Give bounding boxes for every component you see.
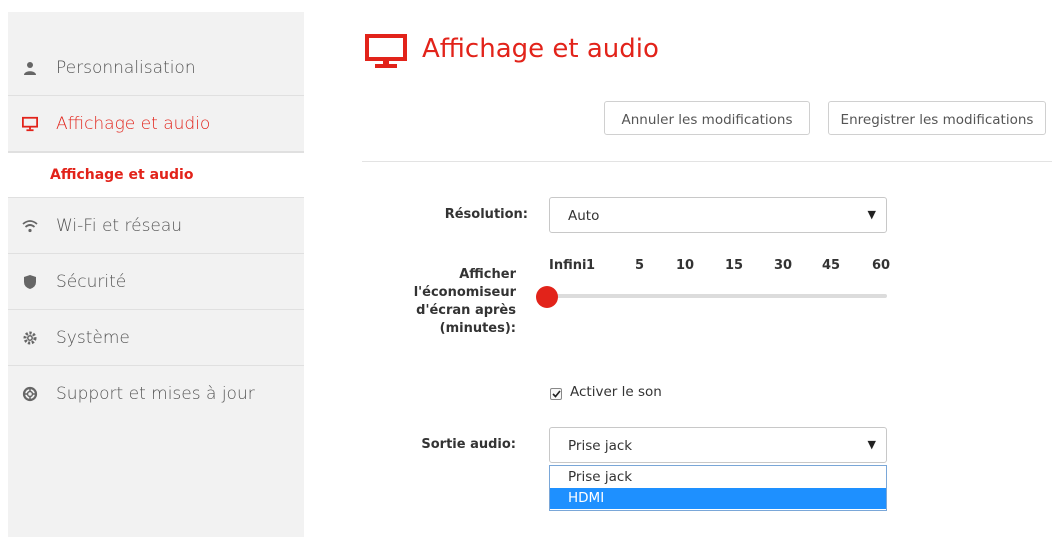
screensaver-slider-track[interactable] [549, 294, 887, 298]
slider-tick: 30 [774, 258, 793, 273]
wifi-icon [22, 218, 38, 234]
slider-tick: 45 [822, 258, 841, 273]
sidebar-subitem-label: Affichage et audio [50, 167, 194, 183]
sidebar-item-systeme[interactable]: Système [8, 310, 304, 366]
gear-icon [22, 330, 38, 346]
screensaver-label-line: (minutes): [439, 321, 516, 336]
cancel-button[interactable]: Annuler les modifications [604, 101, 810, 135]
chevron-down-icon: ▼ [867, 438, 876, 451]
resolution-label: Résolution: [444, 207, 528, 222]
sidebar-item-wifi-reseau[interactable]: Wi-Fi et réseau [8, 198, 304, 254]
resolution-select[interactable]: Auto ▼ [549, 197, 887, 233]
sidebar-item-label: Système [56, 327, 130, 348]
resolution-value: Auto [568, 208, 600, 224]
slider-tick: 10 [676, 258, 695, 273]
enable-sound-label[interactable]: Activer le son [570, 384, 662, 400]
sidebar-subitem-affichage-audio[interactable]: Affichage et audio [8, 152, 304, 198]
page-title: Affichage et audio [422, 34, 659, 64]
monitor-icon [22, 116, 38, 132]
screensaver-label-line: Afficher [459, 267, 516, 282]
screensaver-label-line: d'écran après [416, 303, 516, 318]
enable-sound-checkbox[interactable] [550, 388, 562, 400]
audio-output-value: Prise jack [568, 438, 633, 454]
sidebar-item-support[interactable]: Support et mises à jour [8, 366, 304, 422]
sidebar-item-label: Affichage et audio [56, 113, 211, 134]
sidebar-item-label: Support et mises à jour [56, 384, 255, 404]
screensaver-slider-thumb[interactable] [536, 286, 558, 308]
sidebar: Personnalisation Affichage et audio Affi… [8, 12, 304, 537]
person-icon [22, 60, 38, 76]
sidebar-item-personnalisation[interactable]: Personnalisation [8, 40, 304, 96]
chevron-down-icon: ▼ [867, 208, 876, 221]
sidebar-item-affichage-audio[interactable]: Affichage et audio [8, 96, 304, 152]
audio-output-label: Sortie audio: [421, 437, 516, 452]
shield-icon [22, 274, 38, 290]
sidebar-item-label: Wi-Fi et réseau [56, 215, 183, 236]
lifebuoy-icon [22, 386, 38, 402]
slider-tick: 60 [872, 258, 891, 273]
sidebar-item-label: Sécurité [56, 271, 127, 292]
slider-tick: 1 [586, 258, 596, 273]
monitor-icon [365, 34, 407, 68]
audio-output-select[interactable]: Prise jack ▼ [549, 427, 887, 463]
screensaver-label-line: l'économiseur [413, 285, 516, 300]
header-divider [362, 161, 1052, 162]
slider-tick: 5 [635, 258, 645, 273]
dropdown-option-prise-jack[interactable]: Prise jack [550, 467, 886, 488]
save-button[interactable]: Enregistrer les modifications [828, 101, 1046, 135]
audio-output-dropdown: Prise jack HDMI [549, 465, 887, 511]
slider-tick: Infini [549, 258, 587, 273]
slider-tick: 15 [725, 258, 744, 273]
screensaver-label: Afficher l'économiseur d'écran après (mi… [380, 266, 516, 338]
checkmark-icon [551, 390, 561, 398]
dropdown-option-hdmi[interactable]: HDMI [550, 488, 886, 509]
sidebar-item-securite[interactable]: Sécurité [8, 254, 304, 310]
sidebar-item-label: Personnalisation [56, 57, 196, 78]
